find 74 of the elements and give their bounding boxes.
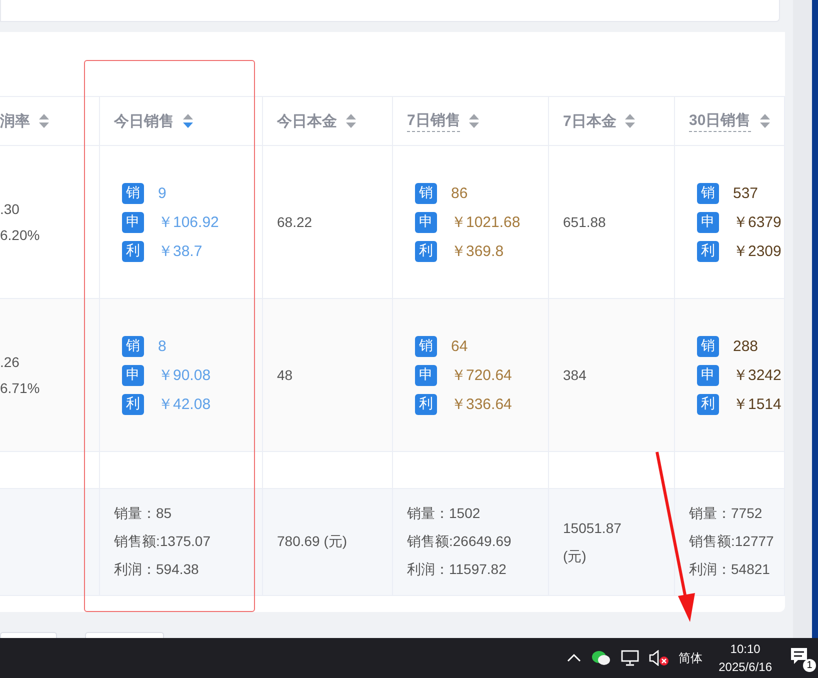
cell-text: 651.88 (563, 214, 607, 230)
cell-value: ￥720.64 (451, 366, 512, 384)
clock-time[interactable]: 10:10 (730, 642, 760, 656)
cell-value: 9 (158, 184, 166, 202)
cell-value: 64 (451, 338, 468, 354)
column-header[interactable]: 7日本金 (563, 112, 616, 130)
tag-badge: 利 (415, 240, 437, 262)
tag-badge: 销 (415, 182, 437, 204)
tag-badge: 申 (415, 364, 437, 386)
cell-value: ￥336.64 (451, 394, 512, 414)
cell-value: ￥106.92 (158, 212, 219, 232)
clock-date[interactable]: 2025/6/16 (718, 660, 772, 674)
sort-icon[interactable] (758, 113, 771, 129)
input-method[interactable]: 简体 (678, 650, 703, 666)
summary-text: 15051.87 (元) (563, 519, 622, 566)
speaker-muted-icon[interactable] (648, 650, 669, 666)
chevron-up-icon[interactable] (566, 653, 581, 663)
summary-text: 销量：1502 (407, 505, 482, 523)
tag-badge: 销 (697, 182, 719, 204)
cell-value: ￥3242 (733, 366, 782, 384)
column-header[interactable]: 今日销售 (114, 112, 174, 130)
cell-value: 86 (451, 184, 468, 202)
column-header[interactable]: 今日本金 (277, 112, 337, 130)
cell-value: 288 (733, 338, 758, 354)
tag-badge: 利 (697, 240, 719, 262)
cell-text: .30 (0, 201, 20, 217)
cell-value: ￥90.08 (158, 366, 211, 384)
sort-icon[interactable] (468, 113, 480, 129)
cell-text: 68.22 (277, 214, 314, 230)
tag-badge: 申 (697, 212, 719, 232)
cell-value: ￥38.7 (158, 242, 202, 260)
tag-badge: 利 (122, 240, 144, 262)
summary-text: 销售额:26649.69 (407, 533, 512, 551)
cell-value: ￥42.08 (158, 394, 211, 414)
cell-value: ￥369.8 (451, 242, 504, 260)
cell-value: 537 (733, 184, 758, 202)
cell-value: ￥6379 (733, 212, 782, 232)
tag-badge: 利 (122, 394, 144, 414)
summary-text: 销售额:1375.07 (114, 533, 212, 551)
network-icon[interactable] (620, 650, 639, 666)
cell-value: ￥1021.68 (451, 212, 520, 232)
tag-badge: 销 (122, 182, 144, 204)
summary-text: 780.69 (元) (277, 533, 348, 551)
column-header[interactable]: 润率 (0, 112, 30, 130)
sort-icon[interactable] (182, 113, 194, 129)
tag-badge: 销 (415, 336, 437, 356)
summary-text: 销量：85 (114, 505, 173, 523)
cell-text: 6.20% (0, 227, 41, 243)
cell-value: 8 (158, 338, 166, 354)
tag-badge: 申 (697, 364, 719, 386)
tag-badge: 申 (415, 212, 437, 232)
sort-icon[interactable] (38, 113, 50, 129)
summary-text: 销量：7752 (689, 505, 764, 523)
cell-text: .26 (0, 354, 20, 370)
cell-value: ￥2309 (733, 242, 782, 260)
summary-text: 利润：11597.82 (407, 561, 508, 579)
tag-badge: 销 (122, 336, 144, 356)
cell-text: 48 (277, 367, 294, 383)
tag-badge: 利 (415, 394, 437, 414)
cell-text: 384 (563, 367, 588, 383)
sort-icon[interactable] (345, 113, 357, 129)
column-header[interactable]: 7日销售 (407, 110, 460, 132)
summary-text: 利润：594.38 (114, 561, 200, 579)
cell-text: 6.71% (0, 380, 41, 396)
tag-badge: 利 (697, 394, 719, 414)
tag-badge: 申 (122, 212, 144, 232)
sort-icon[interactable] (624, 113, 636, 129)
tag-badge: 销 (697, 336, 719, 356)
cell-value: ￥1514 (733, 394, 782, 414)
column-header[interactable]: 30日销售 (689, 110, 751, 132)
tag-badge: 申 (122, 364, 144, 386)
chat-icon[interactable] (590, 650, 611, 666)
summary-text: 利润：54821 (689, 561, 771, 579)
summary-text: 销售额:12777 (689, 533, 775, 551)
